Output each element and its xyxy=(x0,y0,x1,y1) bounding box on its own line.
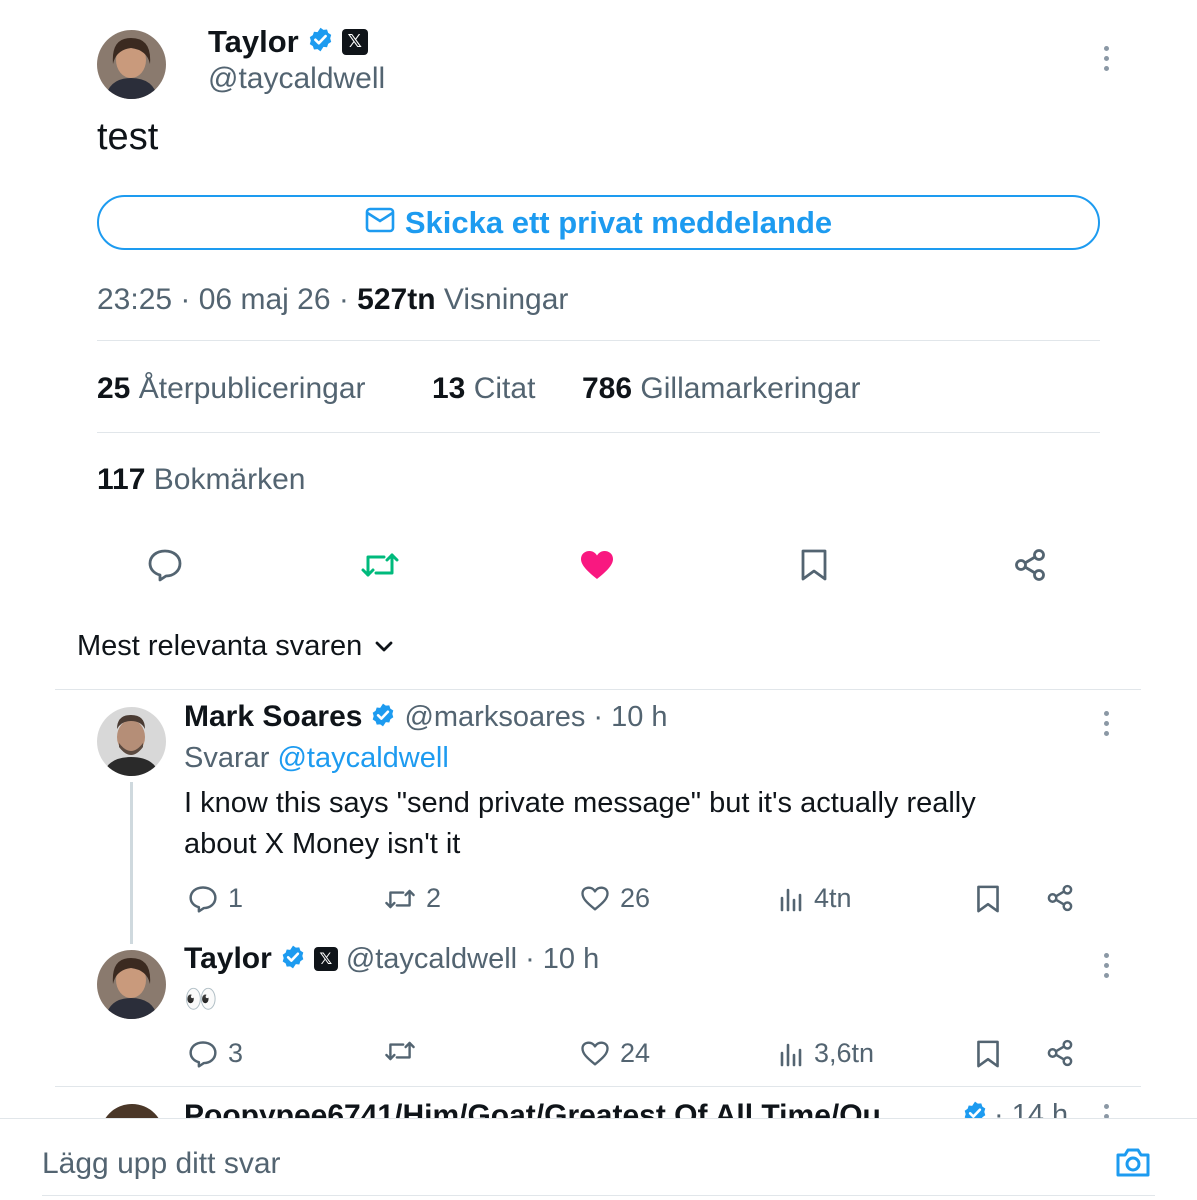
reply-text: 👀 xyxy=(184,984,218,1014)
sort-label: Mest relevanta svaren xyxy=(77,630,363,662)
share-icon xyxy=(1047,884,1073,912)
tweet-text: test xyxy=(97,116,159,158)
reply-time[interactable]: · 10 h xyxy=(593,701,667,734)
more-options-icon[interactable] xyxy=(1096,711,1116,736)
bookmark-icon xyxy=(801,549,827,581)
reply-share-button[interactable] xyxy=(1046,1039,1074,1072)
x-affiliation-icon: 𝕏 xyxy=(341,29,368,55)
mail-icon xyxy=(365,205,395,241)
heart-icon xyxy=(581,886,609,911)
repost-button[interactable] xyxy=(355,540,405,590)
reply-button[interactable] xyxy=(140,540,190,590)
reply-icon xyxy=(189,1040,217,1068)
tweet-time[interactable]: 23:25 xyxy=(97,283,172,316)
replying-to-prefix: Svarar xyxy=(184,742,270,774)
views-count: 527tn xyxy=(357,283,436,316)
reply-reply-button[interactable]: 3 xyxy=(188,1038,243,1069)
reply-views-button[interactable]: 4tn xyxy=(778,883,852,914)
divider xyxy=(55,1086,1141,1087)
bookmark-button[interactable] xyxy=(789,540,839,590)
reply-author-name[interactable]: Taylor xyxy=(184,942,272,976)
chevron-down-icon xyxy=(375,641,393,651)
send-private-message-button[interactable]: Skicka ett privat meddelande xyxy=(97,195,1100,250)
more-options-icon[interactable] xyxy=(1096,953,1116,978)
author-name[interactable]: Taylor xyxy=(208,24,299,60)
views-icon xyxy=(780,1043,802,1066)
quotes-stat[interactable]: 13 Citat xyxy=(432,372,535,406)
thread-line xyxy=(130,782,133,944)
reply-text-line2: about X Money isn't it xyxy=(184,828,461,860)
send-private-message-label: Skicka ett privat meddelande xyxy=(404,204,833,240)
reply-repost-button[interactable] xyxy=(384,1038,426,1064)
share-button[interactable] xyxy=(1005,540,1055,590)
heart-icon xyxy=(581,1041,609,1066)
reply-views-button[interactable]: 3,6tn xyxy=(778,1038,874,1069)
reply-time[interactable]: · 10 h xyxy=(525,943,599,976)
reply-composer: Lägg upp ditt svar xyxy=(0,1118,1197,1200)
like-button[interactable] xyxy=(572,540,622,590)
more-options-icon[interactable] xyxy=(1096,46,1116,71)
heart-filled-icon xyxy=(581,551,613,579)
bookmark-icon xyxy=(977,885,999,913)
views-icon xyxy=(780,888,802,911)
divider xyxy=(97,432,1100,433)
bookmarks-stat[interactable]: 117 Bokmärken xyxy=(97,463,305,497)
reply-like-button[interactable]: 24 xyxy=(580,1038,650,1069)
replying-to-link[interactable]: @taycaldwell xyxy=(277,742,448,774)
reply-avatar[interactable] xyxy=(97,950,166,1019)
author-avatar[interactable] xyxy=(97,30,166,99)
reply-repost-button[interactable]: 2 xyxy=(384,883,441,914)
x-affiliation-icon: 𝕏 xyxy=(313,947,338,971)
share-icon xyxy=(1047,1039,1073,1067)
repost-icon xyxy=(385,889,415,908)
sort-dropdown[interactable]: Mest relevanta svaren xyxy=(77,630,394,663)
likes-stat[interactable]: 786 Gillamarkeringar xyxy=(582,372,860,406)
reply-share-button[interactable] xyxy=(1046,884,1074,917)
reply-text-line1: I know this says "send private message" … xyxy=(184,787,976,819)
reply-avatar[interactable] xyxy=(97,707,166,776)
repost-icon xyxy=(361,553,399,577)
reply-icon xyxy=(189,885,217,913)
reply-input[interactable]: Lägg upp ditt svar xyxy=(42,1147,281,1181)
divider xyxy=(42,1195,1155,1196)
views-label: Visningar xyxy=(443,283,569,316)
camera-button[interactable] xyxy=(1115,1146,1151,1183)
camera-icon xyxy=(1116,1148,1150,1177)
reply-icon xyxy=(148,549,182,582)
repost-icon xyxy=(385,1041,415,1061)
author-handle[interactable]: @taycaldwell xyxy=(208,62,385,96)
bookmark-icon xyxy=(977,1040,999,1068)
divider xyxy=(97,340,1100,341)
verified-badge-icon xyxy=(280,944,306,975)
share-icon xyxy=(1015,549,1045,581)
reply-author-handle[interactable]: @marksoares xyxy=(404,701,585,734)
reply-bookmark-button[interactable] xyxy=(975,1039,1001,1074)
tweet-date[interactable]: 06 maj 26 xyxy=(199,283,331,316)
reply-author-name[interactable]: Mark Soares xyxy=(184,700,362,734)
reply-author-handle[interactable]: @taycaldwell xyxy=(346,943,517,976)
divider xyxy=(55,689,1141,690)
tweet-meta: 23:25 · 06 maj 26 · 527tn Visningar xyxy=(97,283,569,316)
reply-reply-button[interactable]: 1 xyxy=(188,883,243,914)
reply-like-button[interactable]: 26 xyxy=(580,883,650,914)
verified-badge-icon xyxy=(370,702,396,733)
verified-badge-icon xyxy=(307,26,334,58)
reposts-stat[interactable]: 25 Återpubliceringar xyxy=(97,372,366,406)
reply-bookmark-button[interactable] xyxy=(975,884,1001,919)
